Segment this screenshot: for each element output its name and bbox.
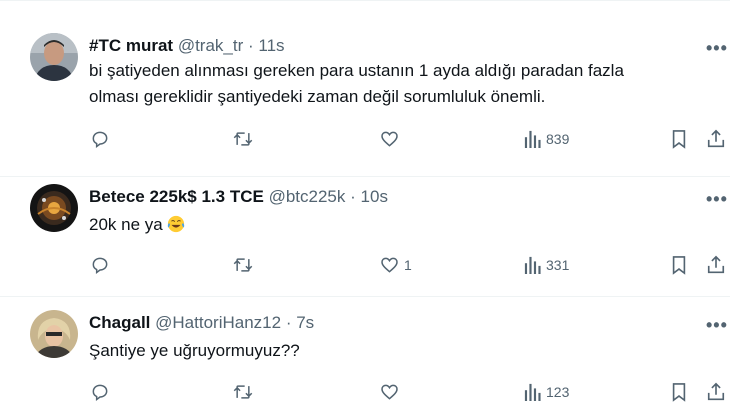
share-icon [707,129,725,148]
more-icon[interactable]: ••• [706,190,728,208]
reply-button[interactable] [90,255,114,275]
retweet-button[interactable] [232,255,258,275]
views-icon [524,130,541,148]
views-button[interactable]: 331 [524,255,569,275]
reply-button[interactable] [90,382,114,402]
tweet-1[interactable]: #TC murat @trak_tr · 11s ••• bi şatiyede… [0,0,730,176]
user-handle[interactable]: @HattoriHanz12 [155,313,281,332]
views-icon [524,383,541,401]
tweet-text-line: Şantiye ye uğruyormuyuz?? [89,341,300,360]
like-button[interactable] [379,129,404,149]
tweet-text-line: bi şatiyeden alınması gereken para ustan… [89,61,624,80]
retweet-button[interactable] [232,129,258,149]
display-name[interactable]: #TC murat [89,36,173,55]
like-count: 1 [404,257,412,273]
tweet-header: Betece 225k$ 1.3 TCE @btc225k · 10s [89,187,388,207]
views-button[interactable]: 839 [524,129,569,149]
share-button[interactable] [706,382,726,402]
bookmark-icon [672,383,686,402]
user-handle[interactable]: @btc225k [269,187,346,206]
bookmark-button[interactable] [670,255,688,275]
reply-icon [92,257,108,274]
reply-icon [92,131,108,148]
retweet-button[interactable] [232,382,258,402]
tweet-text: bi şatiyeden alınması gereken para ustan… [89,58,709,110]
views-icon [524,256,541,274]
separator-dot: · [285,313,292,332]
retweet-icon [233,258,253,272]
share-icon [707,382,725,401]
view-count: 839 [546,131,570,147]
retweet-icon [233,132,253,146]
tweet-header: Chagall @HattoriHanz12 · 7s [89,313,314,333]
bookmark-icon [672,130,686,149]
avatar[interactable] [30,33,78,81]
reply-button[interactable] [90,129,114,149]
views-button[interactable]: 123 [524,382,569,402]
tweet-text-line: olması gereklidir şantiyedeki zaman deği… [89,87,546,106]
avatar[interactable] [30,310,78,358]
share-button[interactable] [706,255,726,275]
timestamp[interactable]: 7s [296,313,314,332]
like-icon [381,131,398,147]
more-icon[interactable]: ••• [706,316,728,334]
user-handle[interactable]: @trak_tr [178,36,243,55]
timestamp[interactable]: 11s [258,36,284,55]
view-count: 331 [546,257,570,273]
separator-dot: · [247,36,254,55]
like-button[interactable] [379,382,404,402]
bookmark-button[interactable] [670,382,688,402]
share-icon [707,255,725,274]
separator-dot: · [350,187,356,206]
bookmark-icon [672,256,686,275]
display-name[interactable]: Betece 225k$ 1.3 TCE [89,187,264,206]
view-count: 123 [546,384,570,400]
timestamp[interactable]: 10s [361,187,388,206]
avatar[interactable] [30,184,78,232]
retweet-icon [233,385,253,399]
tweet-header: #TC murat @trak_tr · 11s [89,36,285,56]
tweet-3[interactable]: Chagall @HattoriHanz12 · 7s ••• Şantiye … [0,297,730,420]
face-with-tears-of-joy-icon [168,215,185,233]
bookmark-button[interactable] [670,129,688,149]
like-icon [381,257,398,273]
more-icon[interactable]: ••• [706,39,728,57]
tweet-text: Şantiye ye uğruyormuyuz?? [89,338,709,364]
like-icon [381,384,398,400]
display-name[interactable]: Chagall [89,313,150,332]
reply-icon [92,384,108,401]
like-button[interactable]: 1 [379,255,412,275]
tweet-2[interactable]: Betece 225k$ 1.3 TCE @btc225k · 10s ••• … [0,177,730,296]
tweet-text-line: 20k ne ya [89,215,163,234]
tweet-text: 20k ne ya [89,212,709,238]
share-button[interactable] [706,129,726,149]
